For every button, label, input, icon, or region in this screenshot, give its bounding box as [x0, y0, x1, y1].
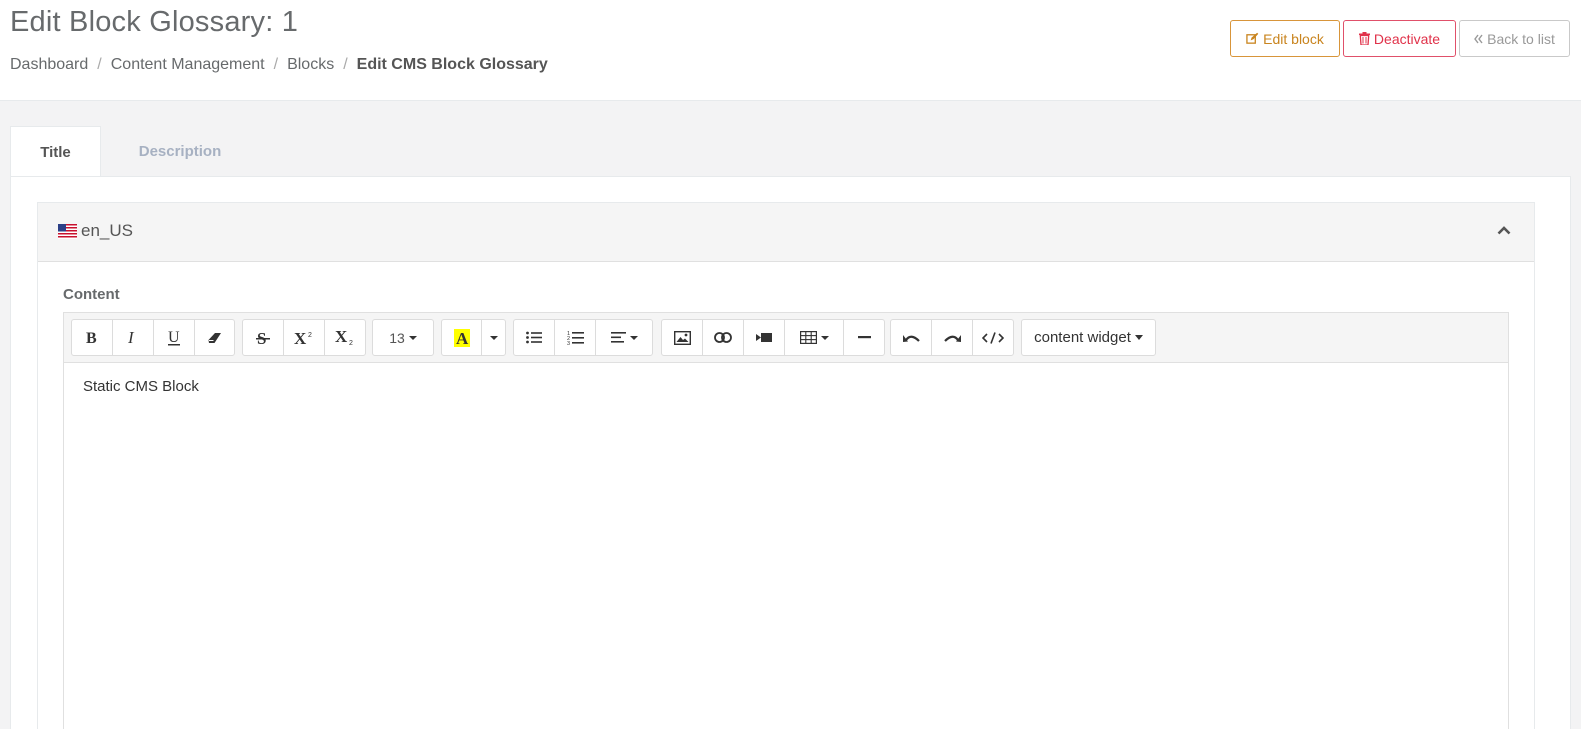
svg-text:2: 2	[349, 340, 353, 346]
svg-text:A: A	[456, 329, 469, 347]
locale-section: en_US Content B I U X 2 X 2 13 A 1 2 3 c…	[37, 202, 1535, 729]
editor-toolbar: B I U S	[64, 313, 1508, 363]
double-chevron-left-icon	[1474, 34, 1483, 43]
subscript-button[interactable]: X2	[324, 319, 366, 356]
paragraph-group: 123	[513, 319, 653, 356]
highlight-color-button[interactable]: A	[441, 319, 482, 356]
editor-content-area[interactable]: Static CMS Block	[64, 363, 1508, 723]
breadcrumb-dashboard[interactable]: Dashboard	[10, 56, 88, 73]
caret-down-icon	[629, 335, 638, 340]
align-left-icon	[610, 332, 626, 343]
underline-icon: U	[167, 330, 180, 346]
table-icon	[799, 331, 817, 344]
font-size-value: 13	[389, 329, 405, 346]
page-header: Edit Block Glossary: 1 Dashboard / Content…	[0, 0, 1581, 101]
trash-icon	[1358, 32, 1370, 45]
strikethrough-icon: S	[256, 330, 270, 346]
eraser-icon	[208, 332, 221, 343]
svg-text:3: 3	[567, 341, 570, 345]
script-group: S X2 X2	[242, 319, 366, 356]
breadcrumb-blocks[interactable]: Blocks	[287, 56, 334, 73]
content-label: Content	[63, 286, 120, 303]
deactivate-button[interactable]: Deactivate	[1343, 20, 1456, 57]
bullet-list-icon	[526, 331, 542, 344]
picture-icon	[673, 330, 691, 345]
content-widget-dropdown[interactable]: content widget	[1021, 319, 1156, 356]
code-icon	[982, 331, 1004, 344]
link-icon	[714, 332, 732, 343]
caret-down-icon	[408, 335, 417, 340]
widget-group: content widget	[1021, 319, 1156, 356]
caret-down-icon	[820, 335, 829, 340]
deactivate-label: Deactivate	[1373, 30, 1441, 47]
color-dropdown-button[interactable]	[481, 319, 506, 356]
breadcrumb-current: Edit CMS Block Glossary	[356, 56, 548, 73]
font-style-group: B I U	[71, 319, 235, 356]
history-group	[890, 319, 1014, 356]
undo-button[interactable]	[890, 319, 932, 356]
svg-text:2: 2	[308, 332, 312, 339]
bold-icon: B	[86, 330, 97, 345]
caret-down-icon	[1134, 335, 1143, 340]
color-group: A	[441, 319, 506, 356]
clear-format-button[interactable]	[194, 319, 235, 356]
editor-content-text: Static CMS Block	[83, 378, 199, 395]
font-size-group: 13	[372, 319, 434, 356]
breadcrumb: Dashboard / Content Management / Blocks / Edit…	[10, 56, 548, 74]
italic-button[interactable]: I	[112, 319, 154, 356]
back-to-list-button[interactable]: Back to list	[1459, 20, 1570, 57]
tab-content-panel: en_US Content B I U X 2 X 2 13 A 1 2 3 c…	[10, 176, 1571, 729]
svg-text:X: X	[335, 329, 348, 346]
horizontal-rule-icon	[857, 336, 871, 339]
table-dropdown[interactable]	[784, 319, 844, 356]
highlight-a-icon: A	[453, 328, 470, 347]
numbered-list-icon: 123	[567, 331, 584, 345]
chevron-up-icon[interactable]	[1497, 225, 1511, 235]
edit-icon	[1246, 32, 1259, 44]
insert-picture-button[interactable]	[661, 319, 703, 356]
edit-block-label: Edit block	[1263, 30, 1324, 47]
page-title: Edit Block Glossary: 1	[10, 6, 299, 38]
insert-video-button[interactable]	[743, 319, 785, 356]
redo-button[interactable]	[931, 319, 973, 356]
breadcrumb-separator: /	[273, 56, 279, 73]
svg-text:U: U	[168, 330, 180, 346]
italic-icon: I	[128, 330, 135, 345]
edit-block-button[interactable]: Edit block	[1230, 20, 1340, 57]
breadcrumb-content-management[interactable]: Content Management	[111, 56, 265, 73]
strikethrough-button[interactable]: S	[242, 319, 284, 356]
bold-button[interactable]: B	[71, 319, 113, 356]
ordered-list-button[interactable]: 123	[554, 319, 596, 356]
align-dropdown[interactable]	[595, 319, 653, 356]
undo-icon	[902, 335, 920, 342]
svg-text:X: X	[294, 330, 307, 346]
superscript-icon: X2	[294, 330, 312, 346]
locale-label: en_US	[81, 221, 133, 240]
video-icon	[756, 333, 772, 342]
code-view-button[interactable]	[972, 319, 1014, 356]
horizontal-rule-button[interactable]	[843, 319, 885, 356]
rich-text-editor: B I U S	[63, 312, 1509, 729]
breadcrumb-separator: /	[97, 56, 102, 73]
superscript-button[interactable]: X2	[283, 319, 325, 356]
tab-description[interactable]: Description	[101, 126, 259, 177]
redo-icon	[943, 335, 961, 342]
tab-title[interactable]: Title	[10, 126, 101, 178]
locale-header[interactable]: en_US	[38, 203, 1534, 262]
svg-text:I: I	[128, 330, 135, 345]
caret-down-icon	[489, 335, 498, 340]
svg-text:B: B	[86, 330, 97, 345]
font-size-dropdown[interactable]: 13	[372, 319, 434, 356]
subscript-icon: X2	[335, 329, 353, 346]
content-widget-label: content widget	[1034, 329, 1131, 346]
insert-group	[661, 319, 885, 356]
underline-button[interactable]: U	[153, 319, 195, 356]
insert-link-button[interactable]	[702, 319, 744, 356]
back-to-list-label: Back to list	[1487, 30, 1555, 47]
breadcrumb-separator: /	[343, 56, 348, 73]
unordered-list-button[interactable]	[513, 319, 555, 356]
us-flag-icon	[58, 224, 77, 239]
